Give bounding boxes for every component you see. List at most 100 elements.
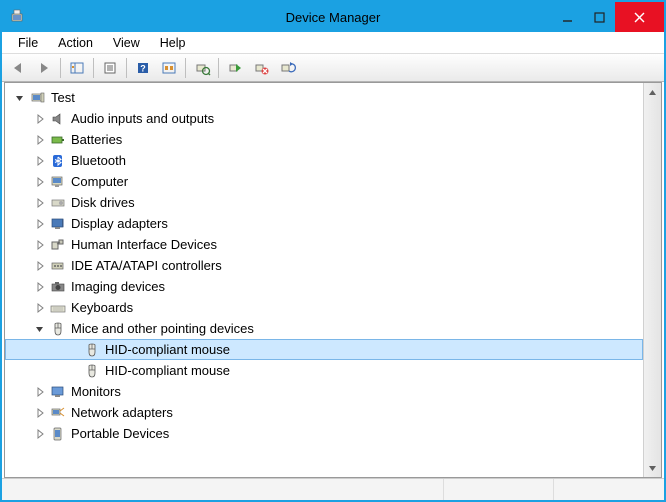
mouse-icon [83, 341, 101, 359]
tree-node[interactable]: HID-compliant mouse [5, 360, 643, 381]
minimize-button[interactable] [551, 2, 583, 32]
pc-icon [49, 173, 67, 191]
separator [93, 58, 94, 78]
collapse-icon[interactable] [13, 91, 27, 105]
tree-node[interactable]: Computer [5, 171, 643, 192]
tree-node[interactable]: Portable Devices [5, 423, 643, 444]
collapse-icon[interactable] [33, 322, 47, 336]
mouse-icon [49, 320, 67, 338]
tree-node[interactable]: Disk drives [5, 192, 643, 213]
separator [185, 58, 186, 78]
menubar: File Action View Help [2, 32, 664, 54]
back-button[interactable] [6, 57, 30, 79]
tree-node[interactable]: Imaging devices [5, 276, 643, 297]
tree-node[interactable]: Bluetooth [5, 150, 643, 171]
camera-icon [49, 278, 67, 296]
separator [218, 58, 219, 78]
menu-help[interactable]: Help [150, 34, 196, 52]
tree-node-label: Display adapters [71, 216, 168, 231]
tree-node[interactable]: IDE ATA/ATAPI controllers [5, 255, 643, 276]
expand-icon[interactable] [33, 427, 47, 441]
separator [60, 58, 61, 78]
help-button[interactable]: ? [131, 57, 155, 79]
tree-node[interactable]: Batteries [5, 129, 643, 150]
separator [126, 58, 127, 78]
toolbar: ? [2, 54, 664, 82]
show-hide-console-tree-button[interactable] [65, 57, 89, 79]
titlebar[interactable]: Device Manager [2, 2, 664, 32]
expand-icon[interactable] [33, 217, 47, 231]
expand-icon[interactable] [33, 301, 47, 315]
tree-node[interactable]: HID-compliant mouse [5, 339, 643, 360]
tree-node-label: HID-compliant mouse [105, 342, 230, 357]
expand-icon[interactable] [33, 154, 47, 168]
tree-node-label: HID-compliant mouse [105, 363, 230, 378]
app-icon [8, 7, 28, 27]
device-tree[interactable]: Test Audio inputs and outputs Batteries Blu… [5, 83, 643, 477]
properties-button[interactable] [98, 57, 122, 79]
portable-icon [49, 425, 67, 443]
scroll-up-icon[interactable] [644, 83, 661, 101]
spacer [67, 364, 81, 378]
tree-node[interactable]: Audio inputs and outputs [5, 108, 643, 129]
tree-node[interactable]: Test [5, 87, 643, 108]
spacer [67, 343, 81, 357]
tree-node-label: Network adapters [71, 405, 173, 420]
tree-node[interactable]: Keyboards [5, 297, 643, 318]
bluetooth-icon [49, 152, 67, 170]
tree-node-label: Monitors [71, 384, 121, 399]
expand-icon[interactable] [33, 385, 47, 399]
maximize-button[interactable] [583, 2, 615, 32]
tree-node[interactable]: Display adapters [5, 213, 643, 234]
hid-icon [49, 236, 67, 254]
tree-node-label: Audio inputs and outputs [71, 111, 214, 126]
monitor-icon [49, 383, 67, 401]
ide-icon [49, 257, 67, 275]
menu-file[interactable]: File [8, 34, 48, 52]
tree-node-label: Batteries [71, 132, 122, 147]
update-driver-button[interactable] [157, 57, 181, 79]
tree-node-label: IDE ATA/ATAPI controllers [71, 258, 222, 273]
tree-node-label: Disk drives [71, 195, 135, 210]
tree-node-label: Portable Devices [71, 426, 169, 441]
scan-hardware-button[interactable] [190, 57, 214, 79]
vertical-scrollbar[interactable] [643, 83, 661, 477]
forward-button[interactable] [32, 57, 56, 79]
menu-action[interactable]: Action [48, 34, 103, 52]
tree-node-label: Bluetooth [71, 153, 126, 168]
tree-node-label: Keyboards [71, 300, 133, 315]
tree-node[interactable]: Human Interface Devices [5, 234, 643, 255]
statusbar [2, 478, 664, 500]
tree-node[interactable]: Monitors [5, 381, 643, 402]
battery-icon [49, 131, 67, 149]
enable-button[interactable] [223, 57, 247, 79]
expand-icon[interactable] [33, 133, 47, 147]
expand-icon[interactable] [33, 406, 47, 420]
window-title: Device Manager [286, 10, 381, 25]
device-manager-window: Device Manager File Action View Help ? T… [2, 2, 664, 500]
expand-icon[interactable] [33, 280, 47, 294]
scroll-down-icon[interactable] [644, 459, 661, 477]
disk-icon [49, 194, 67, 212]
speaker-icon [49, 110, 67, 128]
window-buttons [551, 2, 664, 32]
tree-node-label: Test [51, 90, 75, 105]
expand-icon[interactable] [33, 238, 47, 252]
close-button[interactable] [615, 2, 664, 32]
tree-node[interactable]: Network adapters [5, 402, 643, 423]
expand-icon[interactable] [33, 196, 47, 210]
expand-icon[interactable] [33, 175, 47, 189]
menu-view[interactable]: View [103, 34, 150, 52]
tree-node-label: Computer [71, 174, 128, 189]
disable-button[interactable] [249, 57, 273, 79]
tree-node[interactable]: Mice and other pointing devices [5, 318, 643, 339]
expand-icon[interactable] [33, 259, 47, 273]
expand-icon[interactable] [33, 112, 47, 126]
mouse-icon [83, 362, 101, 380]
client-area: Test Audio inputs and outputs Batteries Blu… [4, 82, 662, 478]
network-icon [49, 404, 67, 422]
keyboard-icon [49, 299, 67, 317]
svg-text:?: ? [140, 63, 146, 73]
uninstall-button[interactable] [275, 57, 299, 79]
computer-icon [29, 89, 47, 107]
